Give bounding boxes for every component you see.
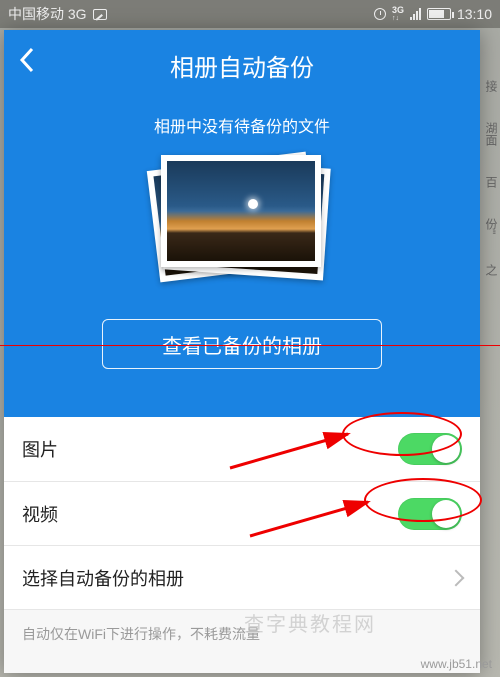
view-backed-up-albums-button[interactable]: 查看已备份的相册 [102,319,382,369]
row-label: 视频 [22,501,398,527]
chevron-left-icon [18,46,38,74]
background-edge-text: 接 湖面 百 份" 之 [482,80,500,640]
toggle-image-backup[interactable] [398,433,462,465]
status-bar: 中国移动 3G 3G↑↓ 13:10 [0,0,500,28]
toggle-video-backup[interactable] [398,498,462,530]
clock-label: 13:10 [457,6,492,22]
row-image-backup: 图片 [4,417,480,481]
back-button[interactable] [18,46,48,76]
battery-icon [427,8,451,20]
wifi-hint-text: 自动仅在WiFi下进行操作，不耗费流量 [4,609,480,658]
row-select-albums[interactable]: 选择自动备份的相册 [4,545,480,609]
photo-stack-illustration [4,155,480,295]
settings-list: 图片 视频 选择自动备份的相册 自动仅在WiFi下进行操作，不耗费流量 [4,417,480,673]
row-video-backup: 视频 [4,481,480,545]
chevron-right-icon [448,569,465,586]
network-3g-icon: 3G↑↓ [392,6,404,22]
backup-status-text: 相册中没有待备份的文件 [4,113,480,137]
row-label: 图片 [22,436,398,462]
dialog-header: 相册自动备份 相册中没有待备份的文件 查看已备份的相册 [4,30,480,417]
carrier-label: 中国移动 3G [8,4,87,24]
alarm-icon [374,8,386,20]
backup-dialog: 相册自动备份 相册中没有待备份的文件 查看已备份的相册 图片 视频 选择自动备份… [4,30,480,673]
sim-icon [93,9,107,20]
photo-card [161,155,321,267]
page-title: 相册自动备份 [4,44,480,83]
row-label: 选择自动备份的相册 [22,565,450,591]
signal-icon [410,8,421,20]
